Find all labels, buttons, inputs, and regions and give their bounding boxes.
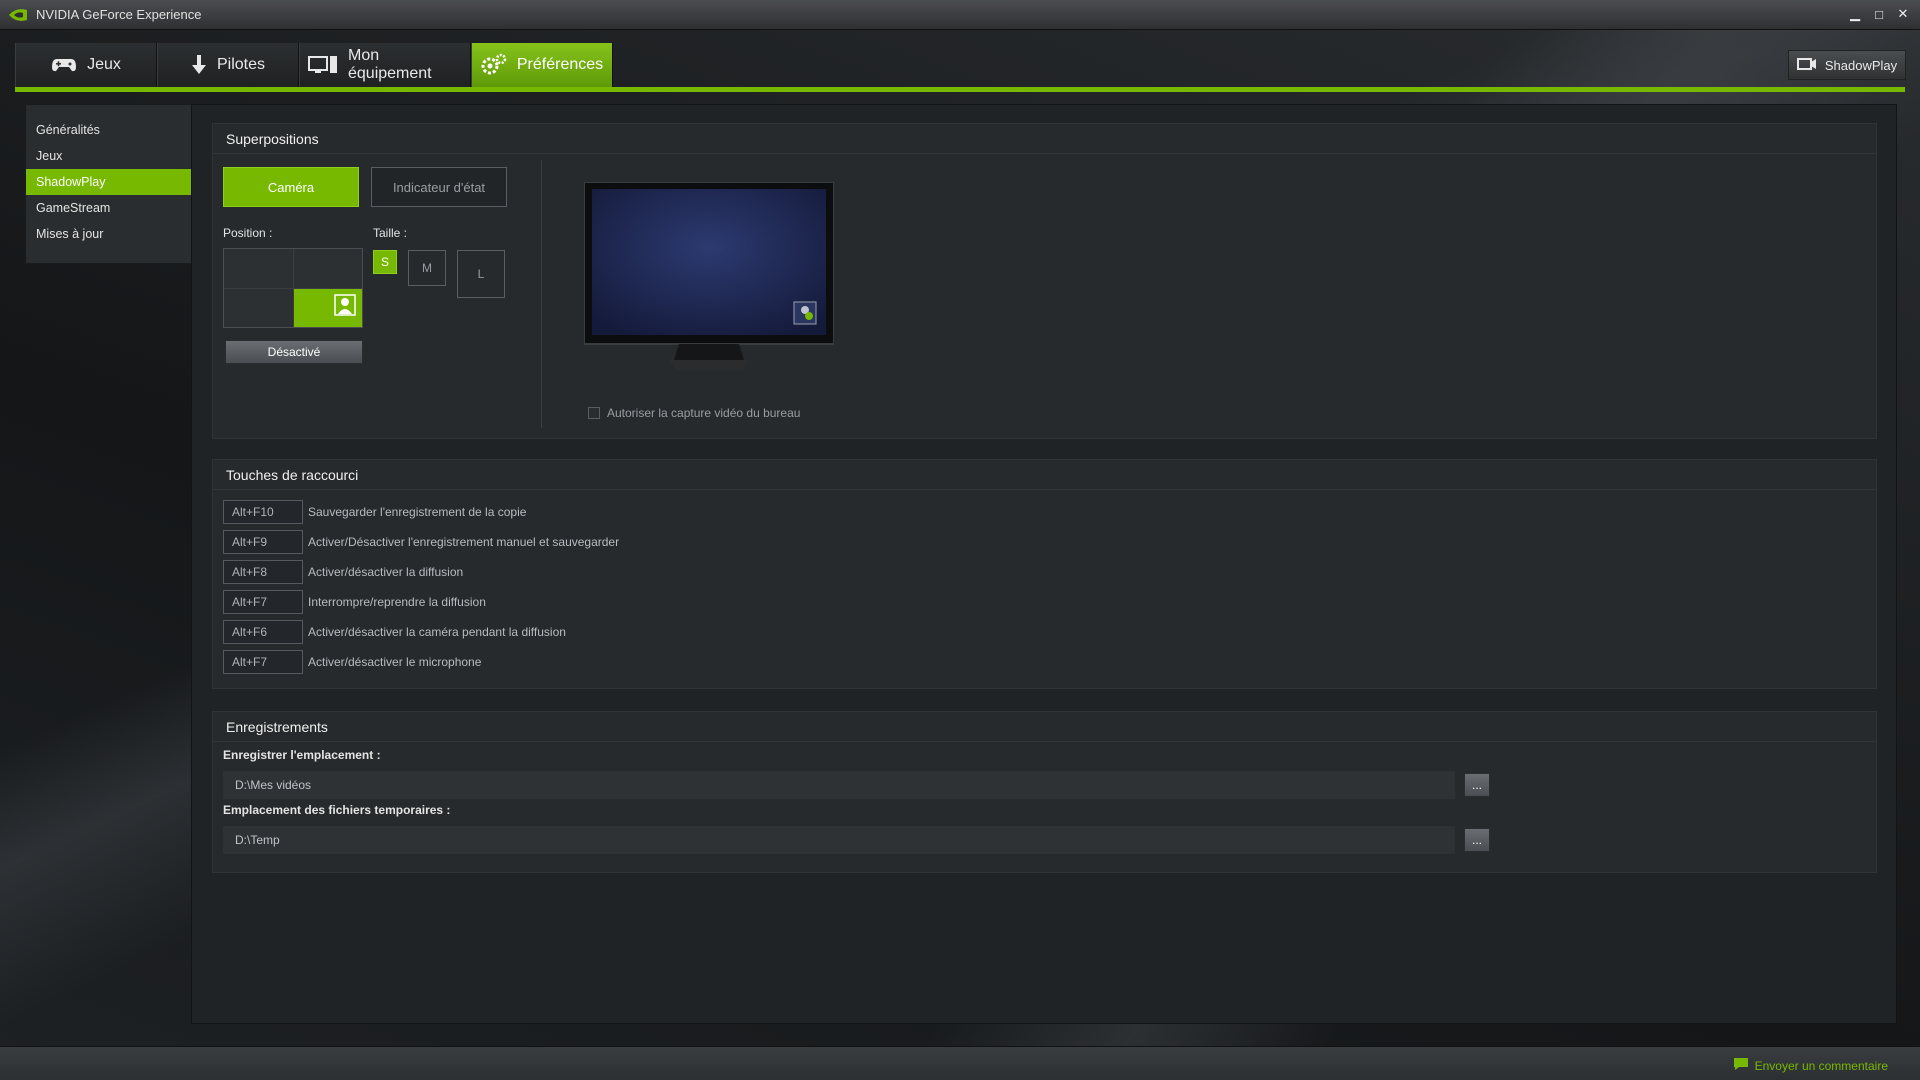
temp-location-label: Emplacement des fichiers temporaires : <box>223 803 451 817</box>
overlays-divider <box>541 160 542 428</box>
save-location-browse-button[interactable]: ... <box>1464 773 1490 797</box>
camera-tab-button[interactable]: Caméra <box>223 167 359 207</box>
hotkey-description: Activer/désactiver la diffusion <box>308 565 464 579</box>
tab-label: Jeux <box>87 56 121 73</box>
position-grid <box>223 248 363 328</box>
hotkey-description: Activer/désactiver la caméra pendant la … <box>308 625 566 639</box>
hotkey-input[interactable]: Alt+F7 <box>223 650 303 674</box>
main-tabs: Jeux Pilotes Mon équipement Préférences <box>15 43 613 87</box>
recordings-title: Enregistrements <box>213 712 1876 742</box>
feedback-link[interactable]: Envoyer un commentaire <box>1733 1057 1888 1074</box>
hotkey-description: Interrompre/reprendre la diffusion <box>308 595 486 609</box>
overlays-title: Superpositions <box>213 124 1876 154</box>
hotkey-input[interactable]: Alt+F9 <box>223 530 303 554</box>
user-icon <box>334 294 356 321</box>
hotkey-row: Alt+F8 Activer/désactiver la diffusion <box>223 560 463 584</box>
hotkeys-title: Touches de raccourci <box>213 460 1876 490</box>
hotkey-row: Alt+F7 Activer/désactiver le microphone <box>223 650 481 674</box>
minimize-icon[interactable]: ▁ <box>1846 5 1864 23</box>
hotkey-input[interactable]: Alt+F8 <box>223 560 303 584</box>
desktop-capture-checkbox[interactable] <box>588 407 600 419</box>
tab-drivers[interactable]: Pilotes <box>157 43 299 87</box>
title-bar: NVIDIA GeForce Experience ▁ □ ✕ <box>0 0 1920 30</box>
desktop-capture-row: Autoriser la capture vidéo du bureau <box>588 406 800 420</box>
size-label: Taille : <box>373 226 408 240</box>
gears-icon <box>481 53 507 77</box>
recordings-panel: Enregistrements Enregistrer l'emplacemen… <box>212 711 1877 873</box>
size-large-button[interactable]: L <box>457 250 505 298</box>
monitor-preview <box>583 181 835 387</box>
hotkey-description: Activer/Désactiver l'enregistrement manu… <box>308 535 620 549</box>
hotkey-row: Alt+F7 Interrompre/reprendre la diffusio… <box>223 590 486 614</box>
driver-download-icon <box>191 54 207 76</box>
maximize-icon[interactable]: □ <box>1870 5 1888 23</box>
sidebar-item-shadowplay[interactable]: ShadowPlay <box>26 169 191 195</box>
nvidia-logo-icon <box>8 5 30 25</box>
position-bottom-right[interactable] <box>293 288 362 327</box>
position-bottom-left[interactable] <box>224 288 293 327</box>
window-title: NVIDIA GeForce Experience <box>36 7 202 22</box>
shadowplay-button-label: ShadowPlay <box>1824 57 1898 73</box>
temp-location-browse-button[interactable]: ... <box>1464 828 1490 852</box>
overlays-panel: Superpositions Caméra Indicateur d'état … <box>212 123 1877 439</box>
preferences-sidebar: Généralités Jeux ShadowPlay GameStream M… <box>25 104 192 264</box>
sidebar-item-games[interactable]: Jeux <box>26 143 191 169</box>
save-location-field[interactable]: D:\Mes vidéos <box>223 771 1455 799</box>
camera-icon <box>1796 57 1817 74</box>
position-top-right[interactable] <box>293 249 362 288</box>
content-area: Superpositions Caméra Indicateur d'état … <box>191 104 1897 1024</box>
hotkey-row: Alt+F6 Activer/désactiver la caméra pend… <box>223 620 566 644</box>
sidebar-item-gamestream[interactable]: GameStream <box>26 195 191 221</box>
hotkey-description: Sauvegarder l'enregistrement de la copie <box>308 505 527 519</box>
hotkey-input[interactable]: Alt+F10 <box>223 500 303 524</box>
size-small-button[interactable]: S <box>373 250 397 274</box>
tab-my-equipment[interactable]: Mon équipement <box>299 43 471 87</box>
sidebar-item-general[interactable]: Généralités <box>26 117 191 143</box>
monitor-icon <box>308 55 338 75</box>
gamepad-icon <box>51 57 77 73</box>
comment-icon <box>1733 1057 1749 1074</box>
position-top-left[interactable] <box>224 249 293 288</box>
save-location-label: Enregistrer l'emplacement : <box>223 748 381 762</box>
footer-bar: Envoyer un commentaire <box>0 1046 1920 1080</box>
close-icon[interactable]: ✕ <box>1894 5 1912 23</box>
disabled-toggle-button[interactable]: Désactivé <box>225 340 363 364</box>
tab-label: Préférences <box>516 56 604 73</box>
hotkey-row: Alt+F9 Activer/Désactiver l'enregistreme… <box>223 530 619 554</box>
shadowplay-button[interactable]: ShadowPlay <box>1788 50 1906 80</box>
tab-games[interactable]: Jeux <box>15 43 157 87</box>
tab-label: Pilotes <box>216 56 266 73</box>
hotkey-input[interactable]: Alt+F7 <box>223 590 303 614</box>
status-indicator-tab-button[interactable]: Indicateur d'état <box>371 167 507 207</box>
hotkey-input[interactable]: Alt+F6 <box>223 620 303 644</box>
position-label: Position : <box>223 226 273 240</box>
hotkeys-panel: Touches de raccourci Alt+F10 Sauvegarder… <box>212 459 1877 689</box>
tab-label: Mon équipement <box>348 47 432 82</box>
tabs-underline <box>15 87 1905 92</box>
feedback-label: Envoyer un commentaire <box>1754 1058 1888 1073</box>
desktop-capture-label: Autoriser la capture vidéo du bureau <box>607 406 801 420</box>
tab-preferences[interactable]: Préférences <box>471 43 613 87</box>
hotkey-description: Activer/désactiver le microphone <box>308 655 482 669</box>
size-medium-button[interactable]: M <box>408 250 446 286</box>
hotkey-row: Alt+F10 Sauvegarder l'enregistrement de … <box>223 500 526 524</box>
temp-location-field[interactable]: D:\Temp <box>223 826 1455 854</box>
sidebar-item-updates[interactable]: Mises à jour <box>26 221 191 247</box>
